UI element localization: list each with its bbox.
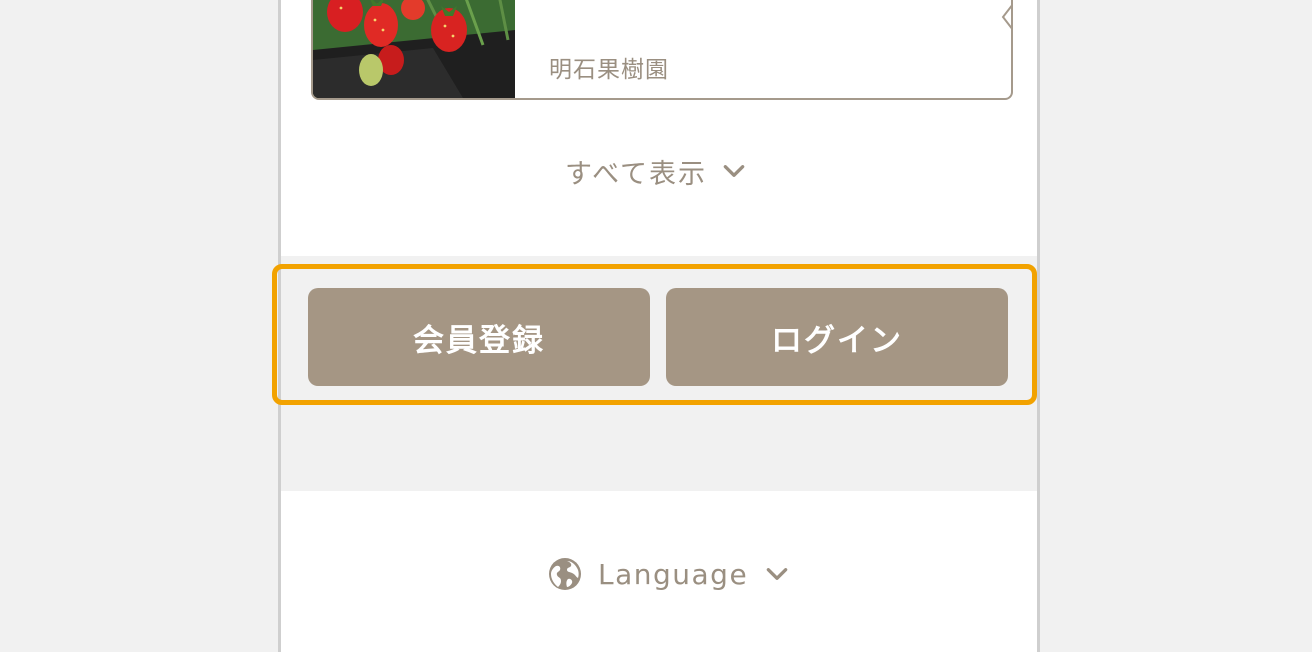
language-label: Language bbox=[598, 557, 749, 591]
chevron-down-icon bbox=[723, 165, 745, 177]
farm-name: 明石果樹園 bbox=[549, 57, 669, 83]
strawberry-photo bbox=[313, 0, 515, 98]
show-all-label: すべて表示 bbox=[564, 158, 708, 190]
page: 明石果樹園 すべて表示 会員登録 ログイン Language bbox=[0, 0, 1312, 652]
register-button[interactable]: 会員登録 bbox=[308, 288, 650, 386]
show-all-link[interactable]: すべて表示 bbox=[278, 148, 1034, 194]
strawberry-photo-art bbox=[313, 0, 515, 98]
login-button[interactable]: ログイン bbox=[666, 288, 1008, 386]
language-chevron-down-icon bbox=[766, 568, 788, 580]
ticket-notch bbox=[1001, 4, 1011, 30]
globe-icon bbox=[549, 558, 581, 590]
language-selector[interactable]: Language bbox=[548, 554, 790, 594]
farm-card[interactable]: 明石果樹園 bbox=[311, 0, 1013, 100]
